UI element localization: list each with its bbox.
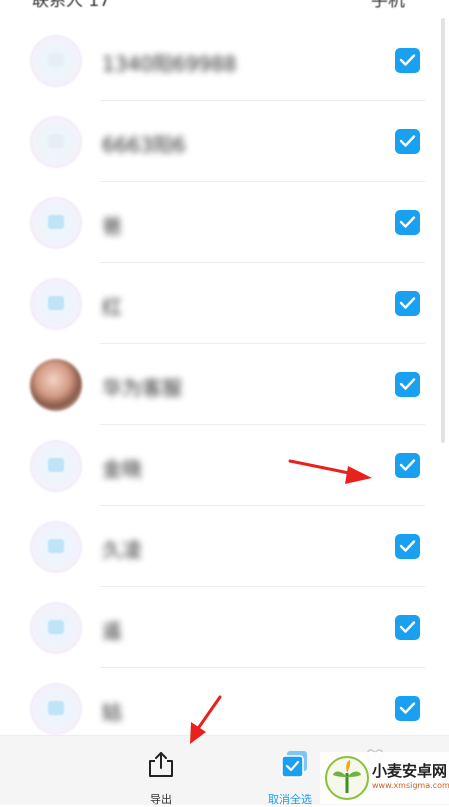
contact-checkbox[interactable] — [395, 615, 420, 640]
default-avatar-icon — [30, 35, 82, 87]
contact-name: 金晓 — [102, 457, 142, 481]
default-avatar-icon — [30, 116, 82, 168]
watermark-url: www.xmsigma.com — [372, 781, 449, 790]
default-avatar-icon — [30, 197, 82, 249]
contact-name: 遥 — [102, 619, 122, 643]
contact-name: 华为客服 — [102, 376, 182, 400]
contact-checkbox[interactable] — [395, 129, 420, 154]
contact-list: 1340阳69988 6663阳6 爸 红 华为客服 金晓 久凌 遥 姑 — [0, 20, 449, 749]
default-avatar-icon — [30, 278, 82, 330]
contacts-count-title: 联系人 17 — [32, 0, 111, 11]
contact-checkbox[interactable] — [395, 696, 420, 721]
contact-row[interactable]: 1340阳69988 — [0, 20, 449, 101]
default-avatar-icon — [30, 521, 82, 573]
watermark: 小麦安卓网 www.xmsigma.com — [320, 752, 449, 804]
contact-row[interactable]: 华为客服 — [0, 344, 449, 425]
photo-avatar — [30, 359, 82, 411]
contact-row[interactable]: 久凌 — [0, 506, 449, 587]
contact-row[interactable]: 红 — [0, 263, 449, 344]
contact-name: 6663阳6 — [102, 133, 186, 157]
default-avatar-icon — [30, 683, 82, 735]
contact-row[interactable]: 遥 — [0, 587, 449, 668]
scrollbar[interactable] — [441, 18, 445, 443]
contact-name: 姑 — [102, 700, 122, 724]
contact-row[interactable]: 6663阳6 — [0, 101, 449, 182]
default-avatar-icon — [30, 602, 82, 654]
contact-row[interactable]: 金晓 — [0, 425, 449, 506]
export-label: 导出 — [150, 793, 172, 806]
source-label[interactable]: 手机 — [371, 0, 405, 11]
watermark-title: 小麦安卓网 — [372, 762, 448, 780]
export-button[interactable]: 导出 — [140, 746, 182, 806]
contact-checkbox[interactable] — [395, 210, 420, 235]
contact-checkbox[interactable] — [395, 48, 420, 73]
contact-name: 久凌 — [102, 538, 142, 562]
contact-name: 红 — [102, 295, 122, 319]
contact-name: 1340阳69988 — [102, 52, 237, 76]
header: 联系人 17 手机 — [0, 0, 449, 12]
contact-checkbox[interactable] — [395, 453, 420, 478]
cancel-select-all-label: 取消全选 — [268, 793, 312, 806]
contact-name: 爸 — [102, 214, 122, 238]
contact-checkbox[interactable] — [395, 534, 420, 559]
contact-checkbox[interactable] — [395, 291, 420, 316]
default-avatar-icon — [30, 440, 82, 492]
contact-checkbox[interactable] — [395, 372, 420, 397]
contact-row[interactable]: 爸 — [0, 182, 449, 263]
